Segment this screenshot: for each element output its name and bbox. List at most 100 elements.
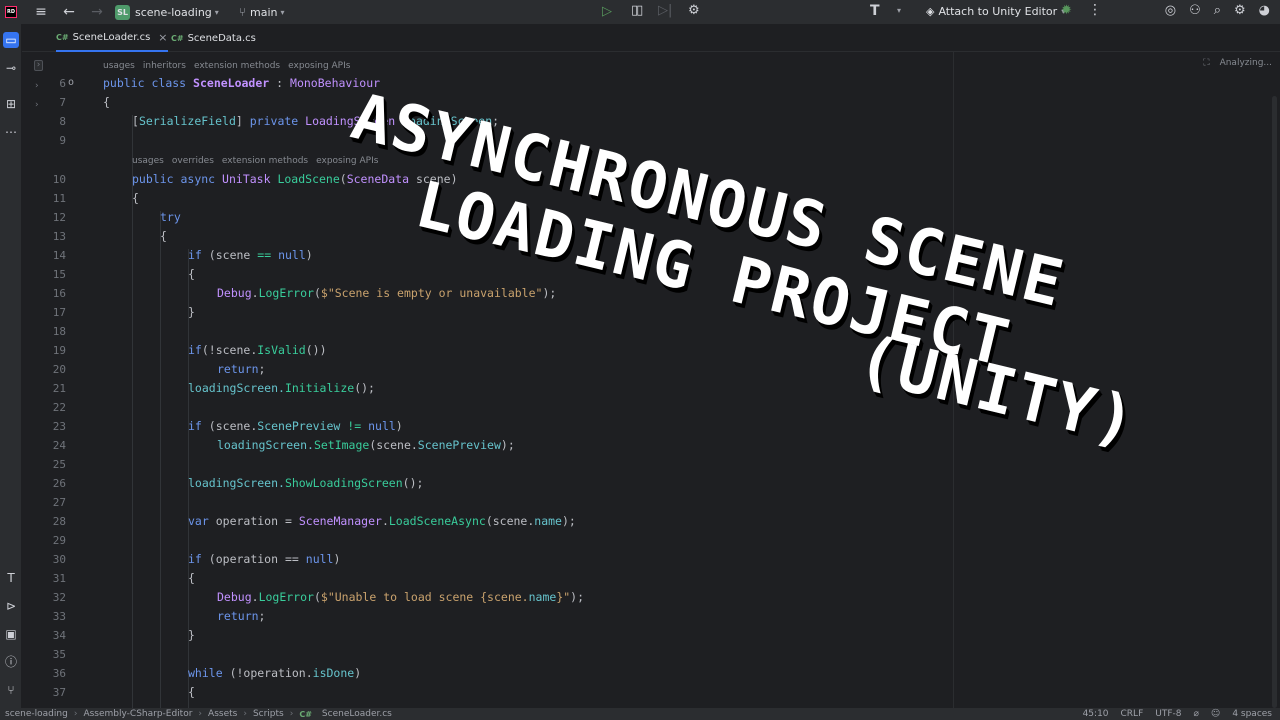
token: ShowLoadingScreen bbox=[284, 476, 403, 490]
token: [ bbox=[132, 114, 139, 128]
token: SetImage bbox=[313, 438, 370, 452]
code-editor[interactable]: usages inheritors extension methods exposin… bbox=[103, 52, 953, 708]
notifications-icon[interactable]: ◕ bbox=[1259, 3, 1270, 18]
hint-exposing-apis[interactable]: exposing APIs bbox=[288, 61, 350, 71]
file-encoding[interactable]: UTF-8 bbox=[1155, 709, 1181, 719]
branch-icon[interactable]: ⑂ bbox=[239, 5, 246, 19]
hammer-icon[interactable]: T bbox=[870, 3, 880, 19]
code-line: if (scene == null) bbox=[188, 246, 313, 265]
code-line: { bbox=[160, 229, 167, 243]
hint-inheritors[interactable]: inheritors bbox=[143, 61, 186, 71]
close-icon[interactable]: × bbox=[158, 31, 167, 44]
more-icon[interactable]: ⋮ bbox=[1088, 2, 1102, 18]
expand-icon[interactable]: › bbox=[34, 60, 43, 71]
commit-icon[interactable]: ⊸ bbox=[3, 60, 19, 76]
token: $"Scene is empty or unavailable" bbox=[320, 286, 543, 300]
token: ( bbox=[313, 590, 321, 604]
breadcrumb-item[interactable]: Scripts bbox=[253, 709, 284, 719]
code-line: if (scene.ScenePreview != null) bbox=[188, 417, 403, 436]
settings-icon[interactable]: ⚙ bbox=[1234, 3, 1246, 18]
tab-scenedata[interactable]: C# SceneData.cs bbox=[171, 24, 256, 52]
line-number: 32 bbox=[52, 591, 66, 604]
code-line: [SerializeField] private LoadingScreen l… bbox=[132, 112, 499, 131]
structure-icon[interactable]: ⊞ bbox=[3, 96, 19, 112]
token: if bbox=[188, 343, 202, 357]
token: return bbox=[217, 609, 259, 623]
chevron-down-icon[interactable]: ▾ bbox=[280, 8, 284, 17]
line-number: 33 bbox=[52, 610, 66, 623]
status-bar: scene-loading › Assembly-CSharp-Editor ›… bbox=[0, 708, 1280, 720]
play-icon[interactable]: ▷ bbox=[602, 4, 612, 19]
line-number: 17 bbox=[52, 306, 66, 319]
caret-position[interactable]: 45:10 bbox=[1083, 709, 1109, 719]
bug-icon[interactable]: ⚙ bbox=[688, 3, 700, 18]
back-arrow-icon[interactable]: ← bbox=[61, 4, 77, 20]
readonly-toggle-icon[interactable]: ⌀ bbox=[1194, 709, 1199, 719]
tab-sceneloader[interactable]: C# SceneLoader.cs × bbox=[56, 24, 168, 52]
git-icon[interactable]: ⑂ bbox=[3, 682, 19, 698]
token: private bbox=[249, 114, 299, 128]
line-ending[interactable]: CRLF bbox=[1121, 709, 1144, 719]
more-tools-icon[interactable]: ⋯ bbox=[3, 124, 19, 140]
code-vision-hints[interactable]: usages inheritors extension methods exposin… bbox=[103, 58, 358, 74]
search-icon[interactable]: ⌕ bbox=[1214, 3, 1221, 18]
attach-to-unity-button[interactable]: ◈ Attach to Unity Editor ▾ bbox=[926, 5, 1065, 18]
breadcrumb-item[interactable]: Assembly-CSharp-Editor bbox=[83, 709, 192, 719]
unity-icon: ◈ bbox=[926, 5, 935, 18]
token: ; bbox=[258, 609, 266, 623]
indent-setting[interactable]: 4 spaces bbox=[1232, 709, 1272, 719]
token: MonoBehaviour bbox=[290, 76, 381, 90]
inspection-icon[interactable]: ☺ bbox=[1211, 709, 1220, 719]
token: LogError bbox=[258, 590, 314, 604]
build-icon[interactable]: T bbox=[3, 570, 19, 586]
project-badge[interactable]: SL bbox=[115, 4, 130, 20]
hint-extension-methods[interactable]: extension methods bbox=[194, 61, 280, 71]
debug-bug-icon[interactable]: ✹ bbox=[1061, 3, 1072, 18]
token: return bbox=[217, 362, 259, 376]
token: (operation bbox=[208, 552, 279, 566]
vertical-scrollbar[interactable] bbox=[1272, 96, 1277, 708]
problems-icon[interactable]: ⓘ bbox=[3, 654, 19, 670]
implements-marker-icon[interactable]: o bbox=[68, 77, 74, 88]
token: LoadScene bbox=[277, 172, 340, 186]
breadcrumb-item[interactable]: SceneLoader.cs bbox=[322, 709, 392, 719]
breadcrumb-item[interactable]: Assets bbox=[208, 709, 237, 719]
token: SceneLoader bbox=[193, 76, 270, 90]
add-user-icon[interactable]: ⚇ bbox=[1189, 3, 1201, 18]
reader-mode-icon[interactable]: ⛶ bbox=[1203, 58, 1209, 68]
run-icon[interactable]: ⊳ bbox=[3, 598, 19, 614]
code-line: return; bbox=[217, 607, 265, 626]
token: (); bbox=[354, 381, 375, 395]
token: . bbox=[381, 514, 389, 528]
hint-exposing-apis[interactable]: exposing APIs bbox=[316, 156, 378, 166]
line-number: 23 bbox=[52, 420, 66, 433]
code-line: loadingScreen.Initialize(); bbox=[188, 379, 375, 398]
forward-arrow-icon[interactable]: → bbox=[89, 4, 105, 20]
breadcrumb-item[interactable]: scene-loading bbox=[5, 709, 68, 719]
pause-icon[interactable]: ▯▯ bbox=[631, 3, 643, 18]
chevron-down-icon[interactable]: ▾ bbox=[897, 6, 901, 15]
hint-usages[interactable]: usages bbox=[103, 61, 135, 71]
token: null bbox=[305, 552, 334, 566]
stop-icon[interactable]: ▷| bbox=[658, 3, 672, 18]
branch-name[interactable]: main bbox=[250, 6, 277, 19]
code-vision-hints[interactable]: usages overrides extension methods exposing… bbox=[132, 153, 386, 169]
token: ); bbox=[570, 590, 585, 604]
project-name[interactable]: scene-loading bbox=[135, 6, 212, 19]
folder-icon[interactable]: ▭ bbox=[3, 32, 19, 48]
code-line: { bbox=[188, 571, 195, 585]
code-line: { bbox=[188, 267, 195, 281]
hint-usages[interactable]: usages bbox=[132, 156, 164, 166]
terminal-icon[interactable]: ▣ bbox=[3, 626, 19, 642]
ai-assistant-icon[interactable]: ◎ bbox=[1165, 3, 1176, 18]
token: operation bbox=[215, 514, 279, 528]
chevron-down-icon[interactable]: ▾ bbox=[215, 8, 219, 17]
hint-extension-methods[interactable]: extension methods bbox=[222, 156, 308, 166]
line-number: 25 bbox=[52, 458, 66, 471]
line-number: 28 bbox=[52, 515, 66, 528]
hamburger-menu-icon[interactable]: ≡ bbox=[33, 4, 49, 20]
line-number: 12 bbox=[52, 211, 66, 224]
token: Debug bbox=[217, 590, 252, 604]
line-number: 15 bbox=[52, 268, 66, 281]
hint-overrides[interactable]: overrides bbox=[172, 156, 214, 166]
